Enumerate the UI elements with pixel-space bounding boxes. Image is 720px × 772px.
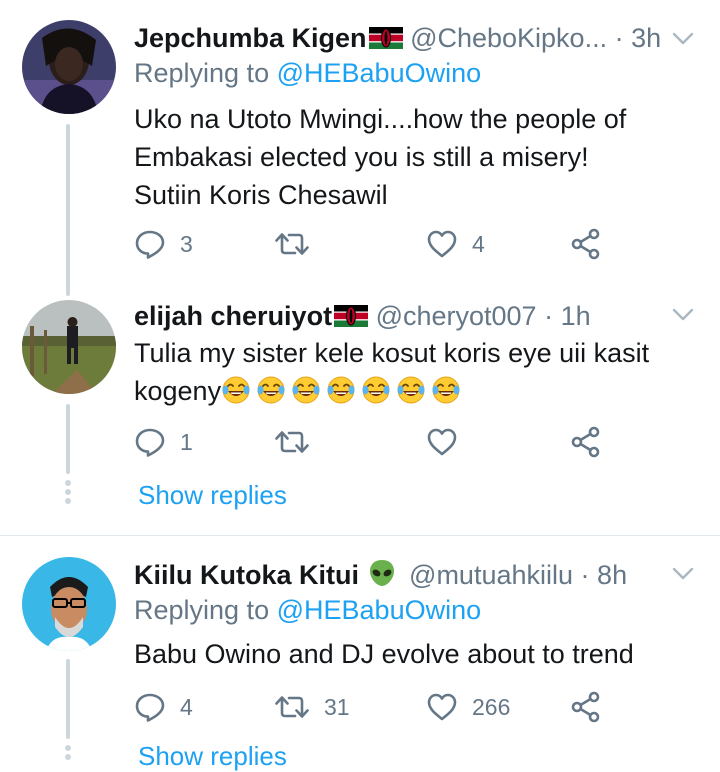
tears-of-joy-emoji — [361, 375, 391, 405]
show-replies-link[interactable]: Show replies — [138, 480, 287, 511]
share-button[interactable] — [570, 424, 602, 460]
mention-link[interactable]: @HEBabuOwino — [277, 595, 482, 625]
tweet-text-line: Uko na Utoto Mwingi....how the people of — [134, 104, 627, 134]
tweet-text-line: Embakasi elected you is still a misery! — [134, 142, 589, 172]
display-name[interactable]: elijah cheruiyot — [134, 301, 332, 331]
heart-icon — [426, 228, 458, 260]
tears-of-joy-emoji — [221, 375, 251, 405]
reply-button[interactable]: 1 — [134, 424, 193, 460]
replying-to: Replying to @HEBabuOwino — [134, 58, 481, 89]
thread-line — [66, 404, 70, 474]
share-icon — [570, 228, 602, 260]
tears-of-joy-emoji — [326, 375, 356, 405]
avatar[interactable] — [22, 300, 116, 394]
kenya-flag-icon — [334, 305, 368, 327]
replying-prefix: Replying to — [134, 595, 270, 625]
display-name[interactable]: Jepchumba Kigen — [134, 23, 367, 53]
user-handle[interactable]: @mutuahkiilu — [409, 560, 573, 590]
like-button[interactable]: 4 — [426, 226, 485, 262]
chevron-down-icon[interactable] — [672, 32, 694, 46]
thread-dots — [65, 745, 71, 763]
separator-dot: · — [580, 560, 590, 590]
tweet-text: Tulia my sister kele kosut koris eye uii… — [134, 334, 649, 410]
heart-icon — [426, 691, 458, 723]
chevron-down-icon[interactable] — [672, 567, 694, 581]
avatar[interactable] — [22, 20, 116, 114]
retweet-icon — [274, 426, 310, 458]
thread-line — [66, 659, 70, 739]
reply-icon — [134, 228, 166, 260]
reply-icon — [134, 426, 166, 458]
avatar[interactable] — [22, 557, 116, 651]
tweet-text-line-2: kogeny — [134, 372, 649, 410]
share-icon — [570, 426, 602, 458]
like-count: 4 — [472, 230, 485, 257]
chevron-down-icon[interactable] — [672, 308, 694, 322]
timestamp[interactable]: 8h — [597, 560, 627, 590]
thread-separator — [0, 535, 720, 536]
alien-emoji — [367, 558, 397, 588]
tweet-header: Jepchumba Kigen @CheboKipko... · 3h — [134, 18, 661, 58]
reply-icon — [134, 691, 166, 723]
retweet-count: 31 — [324, 693, 350, 720]
mention-link[interactable]: @HEBabuOwino — [277, 58, 482, 88]
share-button[interactable] — [570, 226, 602, 262]
tweet-2[interactable]: elijah cheruiyot @cheryot007 · 1h Tulia … — [0, 290, 720, 535]
share-icon — [570, 691, 602, 723]
like-count: 266 — [472, 693, 511, 720]
tweet-text-line: Babu Owino and DJ evolve about to trend — [134, 639, 634, 669]
replying-prefix: Replying to — [134, 58, 270, 88]
user-handle[interactable]: @cheryot007 — [376, 301, 537, 331]
share-button[interactable] — [570, 689, 602, 725]
reply-button[interactable]: 4 — [134, 689, 193, 725]
like-button[interactable]: 266 — [426, 689, 510, 725]
retweet-button[interactable]: 31 — [274, 689, 350, 725]
tweet-text-line: kogeny — [134, 376, 222, 406]
tweet-header: elijah cheruiyot @cheryot007 · 1h — [134, 296, 591, 336]
thread-line — [66, 124, 70, 296]
tears-of-joy-emoji — [256, 375, 286, 405]
timestamp[interactable]: 3h — [631, 23, 661, 53]
show-replies-link[interactable]: Show replies — [138, 741, 287, 772]
retweet-icon — [274, 228, 310, 260]
user-handle[interactable]: @CheboKipko... — [410, 23, 607, 53]
kenya-flag-icon — [369, 27, 403, 49]
tears-of-joy-emoji — [396, 375, 426, 405]
reply-button[interactable]: 3 — [134, 226, 193, 262]
reply-count: 4 — [180, 693, 193, 720]
tweet-text: Uko na Utoto Mwingi....how the people of… — [134, 100, 626, 214]
reply-count: 1 — [180, 428, 193, 455]
tweet-text-line: Tulia my sister kele kosut koris eye uii… — [134, 338, 650, 368]
tweet-header: Kiilu Kutoka Kitui @mutuahkiilu · 8h — [134, 555, 627, 595]
tweet-1[interactable]: Jepchumba Kigen @CheboKipko... · 3h Repl… — [0, 0, 720, 296]
tears-of-joy-emoji — [291, 375, 321, 405]
display-name[interactable]: Kiilu Kutoka Kitui — [134, 560, 359, 590]
tweet-actions: 1 — [134, 424, 614, 460]
retweet-button[interactable] — [274, 226, 324, 262]
tweet-3[interactable]: Kiilu Kutoka Kitui @mutuahkiilu · 8h Rep… — [0, 545, 720, 771]
thread-dots — [65, 480, 71, 507]
tears-of-joy-emoji — [431, 375, 461, 405]
tweet-actions: 3 4 — [134, 226, 614, 262]
tweet-actions: 4 31 266 — [134, 689, 614, 725]
retweet-button[interactable] — [274, 424, 324, 460]
timestamp[interactable]: 1h — [561, 301, 591, 331]
heart-icon — [426, 426, 458, 458]
separator-dot: · — [614, 23, 624, 53]
tweet-text: Babu Owino and DJ evolve about to trend — [134, 635, 634, 673]
replying-to: Replying to @HEBabuOwino — [134, 595, 481, 626]
reply-count: 3 — [180, 230, 193, 257]
separator-dot: · — [544, 301, 554, 331]
like-button[interactable] — [426, 424, 472, 460]
tweet-text-line: Sutiin Koris Chesawil — [134, 180, 388, 210]
retweet-icon — [274, 691, 310, 723]
